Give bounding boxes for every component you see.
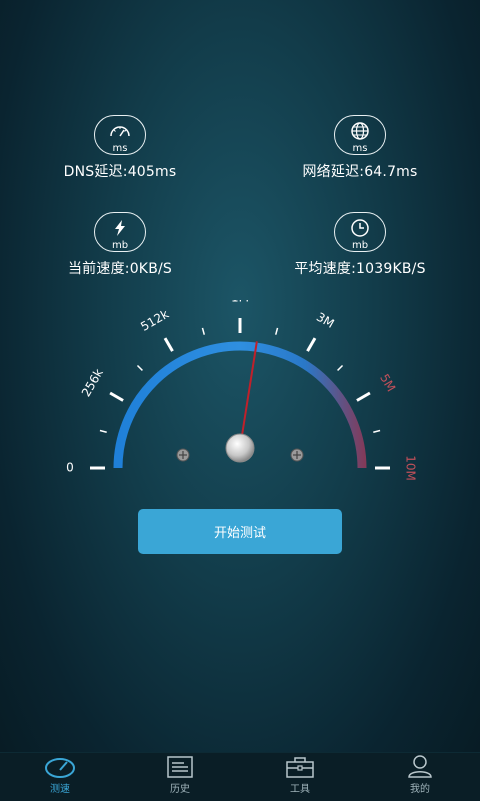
latency-badge: ms	[334, 115, 386, 155]
current-speed-unit: mb	[111, 240, 129, 251]
average-speed-value: 平均速度:1039KB/S	[294, 261, 426, 277]
average-speed-unit: mb	[351, 240, 369, 251]
gauge-label-256k: 256k	[79, 366, 106, 399]
current-speed-value: 当前速度:0KB/S	[67, 261, 172, 277]
current-speed-stat: mb 当前速度:0KB/S	[20, 212, 220, 278]
speedometer-icon	[110, 126, 130, 137]
speed-gauge: 0 256k 512k 1M 3M 5M 10M	[66, 300, 418, 481]
tab-history[interactable]: 历史	[120, 753, 240, 801]
average-speed-stat: mb 平均速度:1039KB/S	[260, 212, 460, 278]
gauge-label-5m: 5M	[377, 371, 398, 394]
tab-speed-test-label: 测速	[50, 784, 70, 795]
speedometer-icon	[45, 758, 75, 778]
dns-latency-stat: ms DNS延迟:405ms	[20, 115, 220, 181]
dns-unit: ms	[112, 143, 128, 154]
gauge-label-512k: 512k	[138, 307, 171, 334]
screw-left-icon	[176, 448, 190, 462]
dns-badge: ms	[94, 115, 146, 155]
gauge-minor-tick	[337, 364, 344, 371]
latency-unit: ms	[352, 143, 368, 154]
gauge-minor-tick	[201, 327, 206, 335]
gauge-minor-tick	[99, 429, 107, 434]
gauge-major-tick	[163, 337, 174, 352]
gauge-major-tick	[356, 391, 371, 402]
toolbox-icon	[286, 757, 314, 778]
dns-latency-value: DNS延迟:405ms	[63, 164, 177, 180]
lightning-icon	[115, 220, 125, 236]
current-speed-badge: mb	[94, 212, 146, 252]
gauge-major-tick	[109, 391, 124, 402]
tab-profile[interactable]: 我的	[360, 753, 480, 801]
network-latency-value: 网络延迟:64.7ms	[302, 164, 418, 180]
tab-tools[interactable]: 工具	[240, 753, 360, 801]
document-icon	[167, 756, 193, 778]
gauge-label-0: 0	[66, 461, 74, 475]
gauge-needle	[239, 341, 258, 449]
screw-right-icon	[290, 448, 304, 462]
gauge-minor-tick	[373, 429, 381, 434]
bottom-tab-bar: 测速 历史 工具 我的	[0, 752, 480, 801]
average-speed-badge: mb	[334, 212, 386, 252]
clock-icon	[351, 219, 369, 237]
network-latency-stat: ms 网络延迟:64.7ms	[260, 115, 460, 181]
tab-speed-test[interactable]: 测速	[0, 753, 120, 801]
gauge-label-10m: 10M	[404, 455, 418, 481]
gauge-label-1m: 1M	[231, 300, 249, 305]
gauge-minor-tick	[274, 327, 279, 335]
gauge-major-tick	[306, 337, 317, 352]
gauge-hub	[225, 433, 255, 463]
tab-profile-label: 我的	[410, 784, 430, 795]
globe-icon	[351, 122, 369, 140]
gauge-label-3m: 3M	[314, 310, 337, 331]
tab-tools-label: 工具	[290, 784, 310, 795]
gauge-minor-tick	[136, 364, 143, 371]
user-icon	[408, 755, 432, 778]
start-test-button[interactable]: 开始测试	[138, 509, 342, 554]
tab-history-label: 历史	[170, 784, 190, 795]
